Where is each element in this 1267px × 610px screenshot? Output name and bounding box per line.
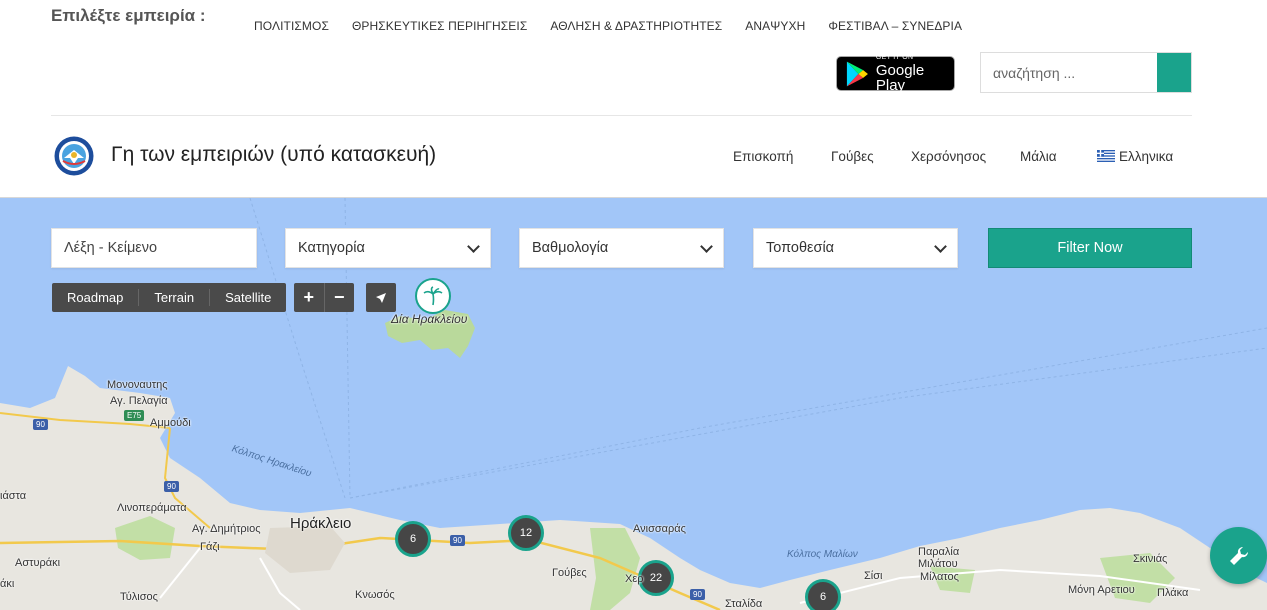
water-label: Κόλπος Μαλίων [787, 549, 858, 560]
filter-now-button[interactable]: Filter Now [988, 228, 1192, 268]
chevron-down-icon [700, 240, 713, 253]
place-label: Σταλίδα [725, 598, 763, 610]
zoom-control: + − [294, 283, 354, 312]
category-nav: ΠΟΛΙΤΙΣΜΟΣ ΘΡΗΣΚΕΥΤΙΚΕΣ ΠΕΡΙΗΓΗΣΕΙΣ ΑΘΛΗ… [254, 19, 985, 33]
nav-malia[interactable]: Μάλια [1020, 149, 1057, 164]
google-play-icon [846, 61, 868, 86]
map-type-control: Roadmap Terrain Satellite [52, 283, 287, 312]
category-select-value: Κατηγορία [298, 240, 365, 256]
place-label: Σκινιάς [1133, 553, 1168, 565]
place-label: Σίσι [864, 570, 883, 582]
wrench-icon [1229, 546, 1248, 565]
map-type-roadmap[interactable]: Roadmap [52, 289, 140, 306]
place-label: Πλάκα [1157, 587, 1189, 599]
place-label: Αμμούδι [150, 417, 191, 429]
location-select-value: Τοποθεσία [766, 240, 835, 256]
road-shield: 90 [450, 535, 465, 546]
road-shield: E75 [124, 410, 145, 421]
place-label: Μιλάτου [918, 558, 958, 570]
place-label: Ανισσαράς [633, 523, 686, 535]
place-label: Κνωσός [355, 589, 395, 601]
zoom-out-button[interactable]: − [325, 283, 355, 312]
search-input[interactable] [981, 53, 1157, 92]
location-arrow-icon [376, 292, 386, 303]
place-label: άκι [0, 578, 15, 590]
place-label: Μόνη Αρετιου [1068, 584, 1135, 596]
rating-select[interactable]: Βαθμολογία [519, 228, 724, 268]
choose-experience-label: Επιλέξτε εμπειρία : [51, 6, 206, 25]
marker-cluster[interactable]: 6 [805, 579, 841, 610]
search-box [980, 52, 1192, 93]
place-label: Μονοναυτης [107, 379, 168, 391]
nav-gouves[interactable]: Γούβες [831, 149, 874, 164]
search-button[interactable] [1157, 53, 1191, 92]
palm-tree-icon [423, 286, 443, 306]
greek-flag-icon [1097, 150, 1115, 162]
road-shield: 90 [690, 589, 705, 600]
category-leisure[interactable]: ΑΝΑΨΥΧΗ [745, 19, 805, 33]
locate-button[interactable] [366, 283, 396, 312]
language-label: Ελληνικα [1119, 149, 1174, 164]
category-festivals[interactable]: ΦΕΣΤΙΒΑΛ – ΣΥΝΕΔΡΙΑ [828, 19, 962, 33]
header-divider [51, 115, 1192, 116]
rating-select-value: Βαθμολογία [532, 240, 609, 256]
place-label: Παραλία [918, 546, 960, 558]
google-play-small-text: GET IT ON [875, 54, 914, 61]
keyword-input[interactable] [64, 240, 244, 256]
place-label: ιάστα [0, 490, 27, 502]
marker-cluster[interactable]: 6 [395, 521, 431, 557]
category-religious-tours[interactable]: ΘΡΗΣΚΕΥΤΙΚΕΣ ΠΕΡΙΗΓΗΣΕΙΣ [352, 19, 527, 33]
place-label: Λινοπεράματα [117, 502, 187, 514]
road-shield: 90 [33, 419, 48, 430]
language-switcher[interactable]: Ελληνικα [1097, 149, 1173, 164]
place-label: Γάζι [200, 541, 220, 553]
google-play-badge[interactable]: GET IT ON Google Play [836, 54, 955, 94]
nav-hersonissos[interactable]: Χερσόνησος [911, 149, 986, 164]
category-culture[interactable]: ΠΟΛΙΤΙΣΜΟΣ [254, 19, 329, 33]
palm-marker[interactable] [415, 278, 451, 314]
place-label: Χερ [625, 573, 644, 585]
site-title: Γη των εμπειριών (υπό κατασκευή) [111, 143, 437, 166]
zoom-in-button[interactable]: + [294, 283, 325, 312]
place-label: Τύλισος [120, 591, 158, 603]
marker-cluster[interactable]: 12 [508, 515, 544, 551]
place-label: Αστυράκι [15, 557, 61, 569]
chevron-down-icon [467, 240, 480, 253]
place-label: Αγ. Δημήτριος [192, 523, 261, 535]
keyword-field [51, 228, 257, 268]
tools-button[interactable] [1210, 527, 1267, 584]
place-label: Μίλατος [920, 571, 959, 583]
map-type-terrain[interactable]: Terrain [139, 289, 211, 306]
google-play-big-text: Google Play [875, 62, 925, 94]
category-sports-activities[interactable]: ΑΘΛΗΣΗ & ΔΡΑΣΤΗΡΙΟΤΗΤΕΣ [550, 19, 722, 33]
category-select[interactable]: Κατηγορία [285, 228, 491, 268]
city-label: Ηράκλειο [290, 515, 352, 532]
site-logo[interactable] [54, 136, 94, 176]
map-type-satellite[interactable]: Satellite [210, 289, 286, 306]
map[interactable]: Κατηγορία Βαθμολογία Τοποθεσία Filter No… [0, 197, 1267, 610]
road-shield: 90 [164, 481, 179, 492]
place-label: Γούβες [552, 567, 587, 579]
island-label: Δία Ηρακλείου [391, 312, 468, 326]
location-select[interactable]: Τοποθεσία [753, 228, 958, 268]
place-label: Αγ. Πελαγία [110, 395, 168, 407]
chevron-down-icon [934, 240, 947, 253]
nav-episkopi[interactable]: Επισκοπή [733, 149, 793, 164]
